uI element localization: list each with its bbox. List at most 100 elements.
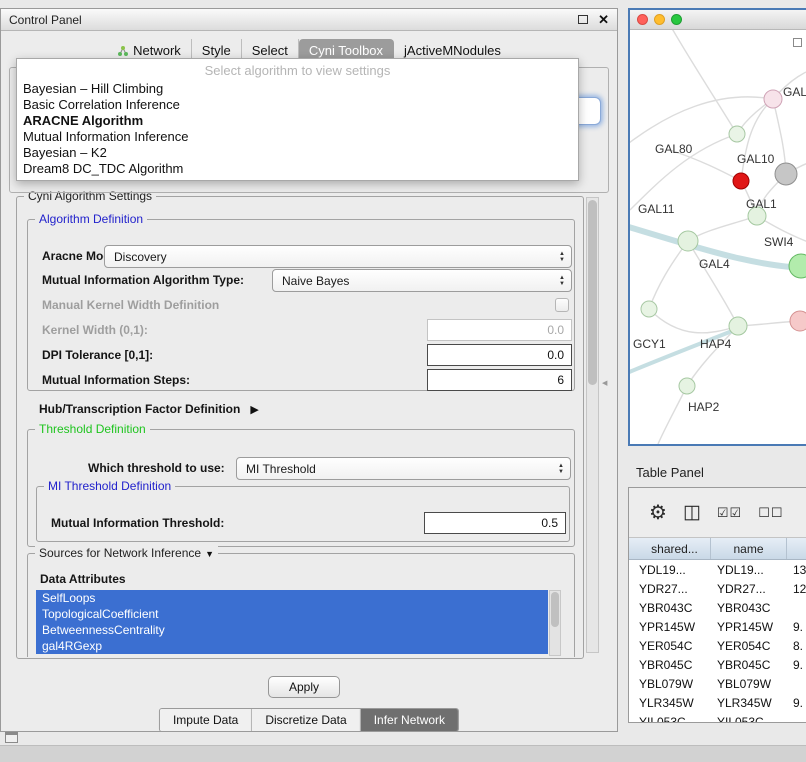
node-label: GAL80 [655, 142, 693, 156]
close-traffic-light-icon[interactable] [637, 14, 648, 25]
column-header-shared[interactable]: shared... [629, 538, 711, 559]
network-node-hap4[interactable] [729, 317, 747, 335]
mi-steps-label: Mutual Information Steps: [42, 373, 190, 387]
algorithm-dropdown-popup: Select algorithm to view settings Bayesi… [16, 58, 579, 181]
mi-type-combobox[interactable]: Naive Bayes [272, 269, 572, 292]
expand-right-icon [250, 400, 258, 418]
data-attributes-label: Data Attributes [40, 572, 126, 586]
node-label: GAL11 [638, 202, 675, 216]
sources-group: Sources for Network Inference Data Attri… [27, 553, 575, 657]
network-node-gal10[interactable] [775, 163, 797, 185]
attribute-item-selected[interactable]: gal4RGexp [36, 638, 548, 654]
panel-collapse-icon[interactable] [602, 372, 607, 390]
control-panel-title: Control Panel [9, 13, 578, 27]
hub-definition-label: Hub/Transcription Factor Definition [39, 402, 240, 416]
add-column-icon[interactable]: ◫ [683, 501, 701, 524]
attribute-item-selected[interactable]: TopologicalCoefficient [36, 606, 548, 622]
attribute-item-selected[interactable]: SelfLoops [36, 590, 548, 606]
apply-button[interactable]: Apply [268, 676, 340, 698]
group-title: Algorithm Definition [35, 212, 147, 226]
mi-type-label: Mutual Information Algorithm Type: [42, 273, 244, 287]
dropdown-item[interactable]: Dream8 DC_TDC Algorithm [17, 161, 578, 177]
dropdown-item[interactable]: Basic Correlation Inference [17, 97, 578, 113]
table-header-row: shared... name [629, 538, 806, 560]
combo-arrows-icon [558, 463, 564, 475]
node-label: GAL4 [699, 257, 730, 271]
network-node[interactable] [764, 90, 782, 108]
dpi-tolerance-field[interactable]: 0.0 [427, 344, 572, 366]
tab-discretize-data[interactable]: Discretize Data [251, 709, 359, 731]
zoom-traffic-light-icon[interactable] [671, 14, 682, 25]
hub-definition-expander[interactable]: Hub/Transcription Factor Definition [39, 400, 259, 418]
minimized-window-icon[interactable] [5, 732, 18, 743]
table-body: YDL19...YDL19...13 YDR27...YDR27...12 YB… [629, 560, 806, 723]
table-row[interactable]: YBL079WYBL079W [629, 674, 806, 693]
kernel-width-field[interactable]: 0.0 [427, 319, 572, 341]
mi-threshold-label: Mutual Information Threshold: [51, 516, 224, 530]
node-label: GAL10 [737, 152, 775, 166]
node-label: GCY1 [633, 337, 666, 351]
tab-infer-network[interactable]: Infer Network [360, 709, 458, 731]
attribute-list: SelfLoops TopologicalCoefficient Between… [36, 590, 548, 656]
table-row[interactable]: YDR27...YDR27...12 [629, 579, 806, 598]
column-header-name[interactable]: name [711, 538, 787, 559]
which-threshold-combobox[interactable]: MI Threshold [236, 457, 571, 480]
node-label: HAP4 [700, 337, 732, 351]
overview-toggle-icon[interactable] [793, 38, 802, 47]
attribute-list-scrollbar[interactable] [549, 590, 561, 656]
control-panel-window: Control Panel ✕ Network Style Select Cyn… [0, 8, 618, 732]
tab-impute-data[interactable]: Impute Data [160, 709, 251, 731]
select-all-icon[interactable]: ☑☑ [717, 505, 742, 521]
network-icon [117, 45, 129, 57]
table-toolbar: ⚙ ◫ ☑☑ ☐☐ [629, 488, 806, 538]
dropdown-item[interactable]: Bayesian – K2 [17, 145, 578, 161]
network-node-hap2[interactable] [679, 378, 695, 394]
network-node-gal4[interactable] [678, 231, 698, 251]
close-icon[interactable]: ✕ [598, 13, 609, 26]
attribute-item-selected[interactable]: BetweennessCentrality [36, 622, 548, 638]
network-node[interactable] [729, 126, 745, 142]
dropdown-item[interactable]: Mutual Information Inference [17, 129, 578, 145]
dropdown-item-selected[interactable]: ARACNE Algorithm [17, 113, 578, 129]
expand-down-icon [201, 546, 214, 560]
network-view-window: GAL8 GAL80 GAL10 GAL11 GAL1 SWI4 GAL4 GC… [628, 8, 806, 446]
mi-threshold-field[interactable]: 0.5 [424, 512, 566, 534]
node-label: GAL1 [746, 197, 777, 211]
aracne-mode-combobox[interactable]: Discovery [104, 245, 572, 268]
group-title: Threshold Definition [35, 422, 150, 436]
table-row[interactable]: YPR145WYPR145W9. [629, 617, 806, 636]
manual-kernel-checkbox[interactable] [555, 298, 569, 312]
table-row[interactable]: YER054CYER054C8. [629, 636, 806, 655]
which-threshold-label: Which threshold to use: [88, 461, 225, 475]
combo-arrows-icon [559, 251, 565, 263]
control-panel-titlebar: Control Panel ✕ [1, 9, 617, 31]
table-row[interactable]: YLR345WYLR345W9. [629, 693, 806, 712]
mi-steps-field[interactable]: 6 [427, 369, 572, 391]
column-header[interactable] [787, 538, 806, 559]
table-row[interactable]: YBR045CYBR045C9. [629, 655, 806, 674]
deselect-all-icon[interactable]: ☐☐ [758, 505, 783, 521]
table-row[interactable]: YDL19...YDL19...13 [629, 560, 806, 579]
node-label: GAL8 [783, 85, 806, 99]
table-row[interactable]: YBR043CYBR043C [629, 598, 806, 617]
status-bar [0, 745, 806, 762]
scrollbar-thumb[interactable] [588, 200, 597, 385]
sources-expander[interactable]: Sources for Network Inference [35, 546, 218, 560]
float-window-icon[interactable] [578, 15, 588, 24]
table-panel-label: Table Panel [636, 465, 704, 480]
group-title: MI Threshold Definition [44, 479, 175, 493]
kernel-width-label: Kernel Width (0,1): [42, 323, 148, 337]
gear-icon[interactable]: ⚙ [649, 500, 667, 525]
network-window-titlebar [630, 10, 806, 30]
network-node[interactable] [790, 311, 806, 331]
network-node-gcy1[interactable] [641, 301, 657, 317]
table-row[interactable]: YIL053CYIL053C [629, 712, 806, 723]
node-label: HAP2 [688, 400, 720, 414]
dropdown-prompt: Select algorithm to view settings [17, 59, 578, 81]
network-canvas[interactable]: GAL8 GAL80 GAL10 GAL11 GAL1 SWI4 GAL4 GC… [630, 30, 806, 444]
minimize-traffic-light-icon[interactable] [654, 14, 665, 25]
network-node[interactable] [789, 254, 806, 278]
network-node-selected-red[interactable] [733, 173, 749, 189]
settings-scrollbar[interactable] [586, 197, 599, 653]
dropdown-item[interactable]: Bayesian – Hill Climbing [17, 81, 578, 97]
